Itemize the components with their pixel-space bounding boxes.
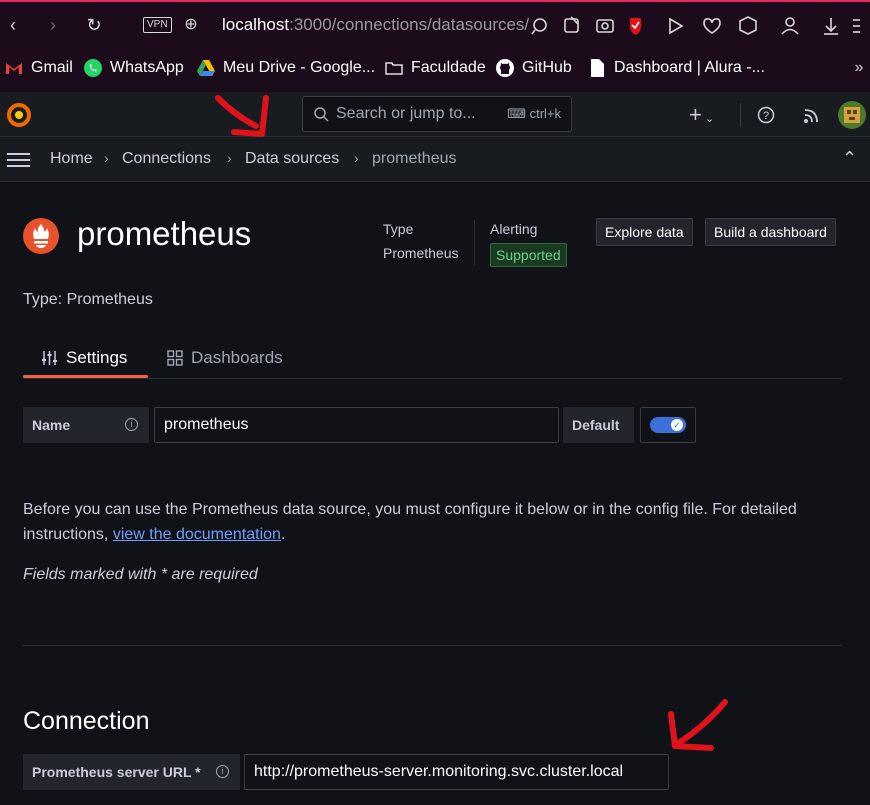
connection-heading: Connection xyxy=(23,707,150,735)
required-note: Fields marked with * are required xyxy=(23,566,258,583)
server-url-input[interactable]: http://prometheus-server.monitoring.svc.… xyxy=(244,754,669,790)
type-label: Type xyxy=(383,221,414,237)
type-value: Prometheus xyxy=(383,245,459,261)
collapse-chevron-up-icon[interactable]: ⌃ xyxy=(842,148,857,169)
breadcrumb-home[interactable]: Home xyxy=(50,150,93,168)
bookmark-faculdade[interactable]: Faculdade xyxy=(384,57,486,79)
help-icon[interactable]: ? xyxy=(757,106,775,124)
back-icon[interactable]: ‹ xyxy=(2,14,24,36)
explore-data-button[interactable]: Explore data xyxy=(596,218,693,246)
type-subtitle: Type: Prometheus xyxy=(23,291,153,308)
toolbar-divider xyxy=(740,103,741,127)
chevron-right-icon: › xyxy=(104,150,109,166)
apps-icon xyxy=(167,350,183,366)
chevron-down-icon: ⌄ xyxy=(701,113,715,125)
meta-divider xyxy=(474,220,475,266)
url-path: :3000/connections/datasources/ xyxy=(289,15,530,34)
bookmark-label: Faculdade xyxy=(411,59,486,76)
sliders-icon xyxy=(42,351,57,365)
google-drive-icon xyxy=(197,60,215,76)
github-icon xyxy=(496,59,514,77)
bookmark-github[interactable]: GitHub xyxy=(495,57,572,79)
search-shortcut: ⌨ ctrl+k xyxy=(507,106,561,122)
info-icon[interactable]: i xyxy=(216,765,229,778)
bookmark-label: GitHub xyxy=(522,59,572,76)
search-placeholder: Search or jump to... xyxy=(336,105,476,122)
name-label-text: Name xyxy=(32,417,71,433)
tab-settings[interactable]: Settings xyxy=(41,348,127,368)
profile-icon xyxy=(785,17,795,27)
globe-icon: ⊕ xyxy=(184,16,198,33)
prometheus-logo-icon xyxy=(23,218,59,254)
gmail-icon xyxy=(6,63,22,74)
annotation-arrow-icon xyxy=(668,699,728,751)
add-new-button[interactable]: + ⌄ xyxy=(689,102,714,128)
grafana-logo-icon[interactable] xyxy=(6,102,32,128)
status-badge: Supported xyxy=(490,243,567,267)
plus-icon: + xyxy=(689,102,702,127)
intro-text: Before you can use the Prometheus data s… xyxy=(23,497,823,547)
menu-icon[interactable] xyxy=(7,152,31,168)
annotation-arrow-icon xyxy=(215,95,269,137)
build-dashboard-button[interactable]: Build a dashboard xyxy=(705,218,836,246)
address-bar[interactable]: localhost:3000/connections/datasources/ xyxy=(222,15,529,35)
info-icon[interactable]: i xyxy=(125,418,138,431)
keyboard-icon: ⌨ xyxy=(507,106,526,121)
box-icon xyxy=(739,16,757,35)
heart-icon xyxy=(703,18,721,34)
search-shortcut-text: ctrl+k xyxy=(529,106,561,121)
server-url-label: Prometheus server URL * xyxy=(23,754,240,790)
breadcrumb-data-sources[interactable]: Data sources xyxy=(245,150,339,168)
default-toggle[interactable]: ✓ xyxy=(650,417,686,433)
bookmark-label: Dashboard | Alura -... xyxy=(614,59,765,76)
chevron-right-icon: › xyxy=(354,150,359,166)
url-host: localhost xyxy=(222,15,290,34)
section-divider xyxy=(23,645,842,646)
default-label: Default xyxy=(563,407,634,443)
documentation-link[interactable]: view the documentation xyxy=(113,526,281,543)
reload-icon[interactable]: ↻ xyxy=(83,14,105,36)
intro-text-end: . xyxy=(280,526,286,543)
bookmark-gmail[interactable]: Gmail xyxy=(4,57,73,79)
bookmark-drive[interactable]: Meu Drive - Google... xyxy=(196,57,375,79)
browser-actions xyxy=(531,16,860,35)
camera-icon xyxy=(596,19,614,33)
breadcrumb-connections[interactable]: Connections xyxy=(122,150,211,168)
bookmark-whatsapp[interactable]: WhatsApp xyxy=(83,57,184,79)
breadcrumb-current: prometheus xyxy=(372,150,457,167)
tab-bar: Settings Dashboards xyxy=(23,336,842,379)
server-url-label-text: Prometheus server URL * xyxy=(32,764,201,780)
send-icon xyxy=(669,17,684,35)
svg-text:?: ? xyxy=(763,110,769,122)
folder-icon xyxy=(385,62,403,75)
bookmark-label: WhatsApp xyxy=(110,59,184,76)
default-label-text: Default xyxy=(572,417,620,433)
bookmark-label: Meu Drive - Google... xyxy=(223,59,376,76)
active-tab-indicator xyxy=(0,0,870,2)
news-feed-icon[interactable] xyxy=(802,107,820,125)
active-tab-underline xyxy=(23,375,148,378)
vpn-badge[interactable]: VPN xyxy=(143,17,172,33)
name-input[interactable]: prometheus xyxy=(154,407,559,443)
alerting-label: Alerting xyxy=(490,221,538,237)
tab-dashboards-label: Dashboards xyxy=(191,348,283,367)
tab-dashboards[interactable]: Dashboards xyxy=(167,348,283,368)
bookmark-alura[interactable]: Dashboard | Alura -... xyxy=(587,57,765,79)
search-icon xyxy=(314,107,329,122)
search-input[interactable]: Search or jump to... ⌨ ctrl+k xyxy=(302,96,572,132)
whatsapp-icon xyxy=(84,59,102,77)
page-title: prometheus xyxy=(77,215,252,252)
bookmark-label: Gmail xyxy=(31,59,73,76)
more-bookmarks-icon[interactable]: » xyxy=(848,57,870,79)
avatar[interactable] xyxy=(838,101,866,129)
page-icon xyxy=(591,59,604,77)
chevron-right-icon: › xyxy=(227,150,232,166)
check-icon: ✓ xyxy=(671,419,683,431)
forward-icon[interactable]: › xyxy=(42,14,64,36)
tab-settings-label: Settings xyxy=(66,348,128,367)
search-icon xyxy=(533,18,547,32)
